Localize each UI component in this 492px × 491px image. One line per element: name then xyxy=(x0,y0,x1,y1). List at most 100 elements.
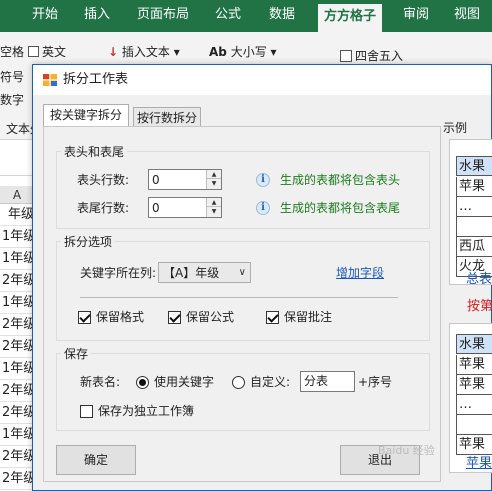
custom-name-label[interactable]: 自定义: xyxy=(250,374,290,390)
table-cell[interactable]: 2年级 xyxy=(0,468,34,490)
insert-text-button[interactable]: ↓ 插入文本 ▾ xyxy=(108,43,180,60)
table-cell[interactable]: 2年级 xyxy=(0,380,34,402)
footer-rows-spin-buttons: ▲ ▼ xyxy=(206,198,221,217)
table-cell[interactable]: 1年级 xyxy=(0,226,34,248)
keep-formula-label[interactable]: 保留公式 xyxy=(186,309,234,325)
ribbon-item-numbers[interactable]: 数字 xyxy=(0,91,24,108)
header-rows-spin-buttons: ▲ ▼ xyxy=(206,170,221,189)
header-hint: 生成的表都将包含表头 xyxy=(280,173,401,187)
dialog-titlebar[interactable]: 拆分工作表 xyxy=(33,65,491,95)
add-field-link[interactable]: 增加字段 xyxy=(336,265,384,281)
tab-formulas[interactable]: 公式 xyxy=(215,0,241,32)
preview-cell: 苹果 xyxy=(456,375,492,395)
app-icon xyxy=(43,74,57,86)
footer-hint: 生成的表都将包含表尾 xyxy=(280,201,401,215)
insert-text-icon: ↓ xyxy=(108,45,119,59)
tab-page-layout[interactable]: 页面布局 xyxy=(137,0,189,32)
english-checkbox-item[interactable]: 英文 xyxy=(28,43,66,60)
english-checkbox[interactable] xyxy=(28,46,39,57)
tab-panel: 表头和表尾 表头行数: 0 ▲ ▼ i 生成的表都将包含表头 表尾行数: 0 ▲… xyxy=(43,126,441,482)
preview-total-link: 总表 xyxy=(466,272,492,285)
baidu-watermark: Baidu 经验 xyxy=(378,444,435,457)
tab-insert[interactable]: 插入 xyxy=(84,0,110,32)
table-cell[interactable]: 1年级 xyxy=(0,248,34,270)
spin-down-icon[interactable]: ▼ xyxy=(207,207,221,216)
footer-rows-label: 表尾行数: xyxy=(77,201,130,215)
preview-cell xyxy=(456,217,492,237)
tab-home[interactable]: 开始 xyxy=(32,0,58,32)
table-cell[interactable]: 1年级 xyxy=(0,424,34,446)
tab-fangfang-gezi[interactable]: 方方格子 xyxy=(318,4,383,32)
ribbon-item-symbols[interactable]: 符号 xyxy=(0,68,24,85)
table-cell[interactable]: 2年级 xyxy=(0,336,34,358)
save-title: 保存 xyxy=(61,347,92,361)
table-cell[interactable]: 1年级 xyxy=(0,292,34,314)
preview-total-table: 水果 苹果 … 西瓜 火龙 总表 xyxy=(449,139,492,285)
spin-down-icon[interactable]: ▼ xyxy=(207,179,221,188)
table-cell[interactable]: 2年级 xyxy=(0,314,34,336)
preview-cell: … xyxy=(456,197,492,217)
table-cell[interactable]: 2年级 xyxy=(0,270,34,292)
header-footer-group xyxy=(56,151,430,229)
save-group xyxy=(56,353,430,431)
use-keyword-radio[interactable] xyxy=(136,376,149,389)
custom-name-radio[interactable] xyxy=(232,376,245,389)
english-label: 英文 xyxy=(42,45,67,59)
preview-label: 示例 xyxy=(443,121,468,135)
preview-red-caption: 按第 xyxy=(467,299,492,314)
keep-comment-label[interactable]: 保留批注 xyxy=(284,309,332,325)
preview-apple-link: 苹果 xyxy=(466,456,492,471)
table-cell[interactable]: 2年级 xyxy=(0,446,34,468)
round-button[interactable]: 四舍五入 xyxy=(340,47,403,64)
preview-cell: 水果 xyxy=(456,156,492,176)
footer-rows-stepper[interactable]: 0 ▲ ▼ xyxy=(148,197,222,218)
keep-formula-checkbox[interactable] xyxy=(168,311,181,324)
preview-cell: 苹果 xyxy=(456,177,492,197)
footer-rows-value: 0 xyxy=(152,201,160,215)
divider xyxy=(80,297,398,298)
preview-split-table: 水果 苹果 苹果 … 苹果 苹果 xyxy=(449,323,492,473)
keep-format-checkbox[interactable] xyxy=(78,311,91,324)
key-column-label: 关键字所在列: xyxy=(80,266,157,280)
round-icon xyxy=(340,50,352,62)
table-cell[interactable]: 年级 xyxy=(0,204,34,226)
ribbon-tab-bar: 开始 插入 页面布局 公式 数据 方方格子 审阅 视图 xyxy=(0,0,492,32)
key-column-select[interactable]: 【A】年级 ∨ xyxy=(158,262,251,283)
header-rows-stepper[interactable]: 0 ▲ ▼ xyxy=(148,169,222,190)
dialog-title: 拆分工作表 xyxy=(63,72,129,87)
split-options-group xyxy=(56,241,430,341)
serial-suffix-label: +序号 xyxy=(358,375,393,389)
new-name-label: 新表名: xyxy=(80,375,121,389)
info-icon: i xyxy=(256,201,270,215)
save-as-workbook-label[interactable]: 保存为独立工作簿 xyxy=(98,403,194,419)
save-as-workbook-checkbox[interactable] xyxy=(80,405,93,418)
column-header-a[interactable]: A xyxy=(0,186,34,204)
table-cell[interactable]: 2年级 xyxy=(0,402,34,424)
tab-data[interactable]: 数据 xyxy=(269,0,295,32)
header-rows-value: 0 xyxy=(152,173,160,187)
chevron-down-icon: ∨ xyxy=(238,267,246,278)
case-icon: Ab xyxy=(209,45,227,59)
tab-review[interactable]: 审阅 xyxy=(403,0,429,32)
split-options-title: 拆分选项 xyxy=(61,235,116,249)
preview-cell: 苹果 xyxy=(456,355,492,375)
case-button[interactable]: Ab 大小写 ▾ xyxy=(209,43,277,60)
split-worksheet-dialog: 拆分工作表 按关键字拆分 按行数拆分 表头和表尾 表头行数: 0 ▲ ▼ i 生… xyxy=(32,64,492,491)
keep-comment-checkbox[interactable] xyxy=(266,311,279,324)
info-icon: i xyxy=(256,173,270,187)
spin-up-icon[interactable]: ▲ xyxy=(207,170,221,179)
custom-name-input[interactable]: 分表 xyxy=(300,371,355,392)
use-keyword-label[interactable]: 使用关键字 xyxy=(154,374,214,390)
preview-cell xyxy=(456,415,492,435)
key-column-value: 【A】年级 xyxy=(163,266,220,280)
keep-format-label[interactable]: 保留格式 xyxy=(96,309,144,325)
tab-view[interactable]: 视图 xyxy=(454,0,480,32)
table-cell[interactable]: 1年级 xyxy=(0,358,34,380)
ok-button[interactable]: 确定 xyxy=(56,445,136,475)
spin-up-icon[interactable]: ▲ xyxy=(207,198,221,207)
header-rows-label: 表头行数: xyxy=(77,173,130,187)
preview-cell: 水果 xyxy=(456,334,492,354)
header-footer-title: 表头和表尾 xyxy=(61,145,128,159)
ribbon-item-spaces[interactable]: 空格 xyxy=(0,43,24,60)
tab-split-by-keyword[interactable]: 按关键字拆分 xyxy=(43,104,129,128)
